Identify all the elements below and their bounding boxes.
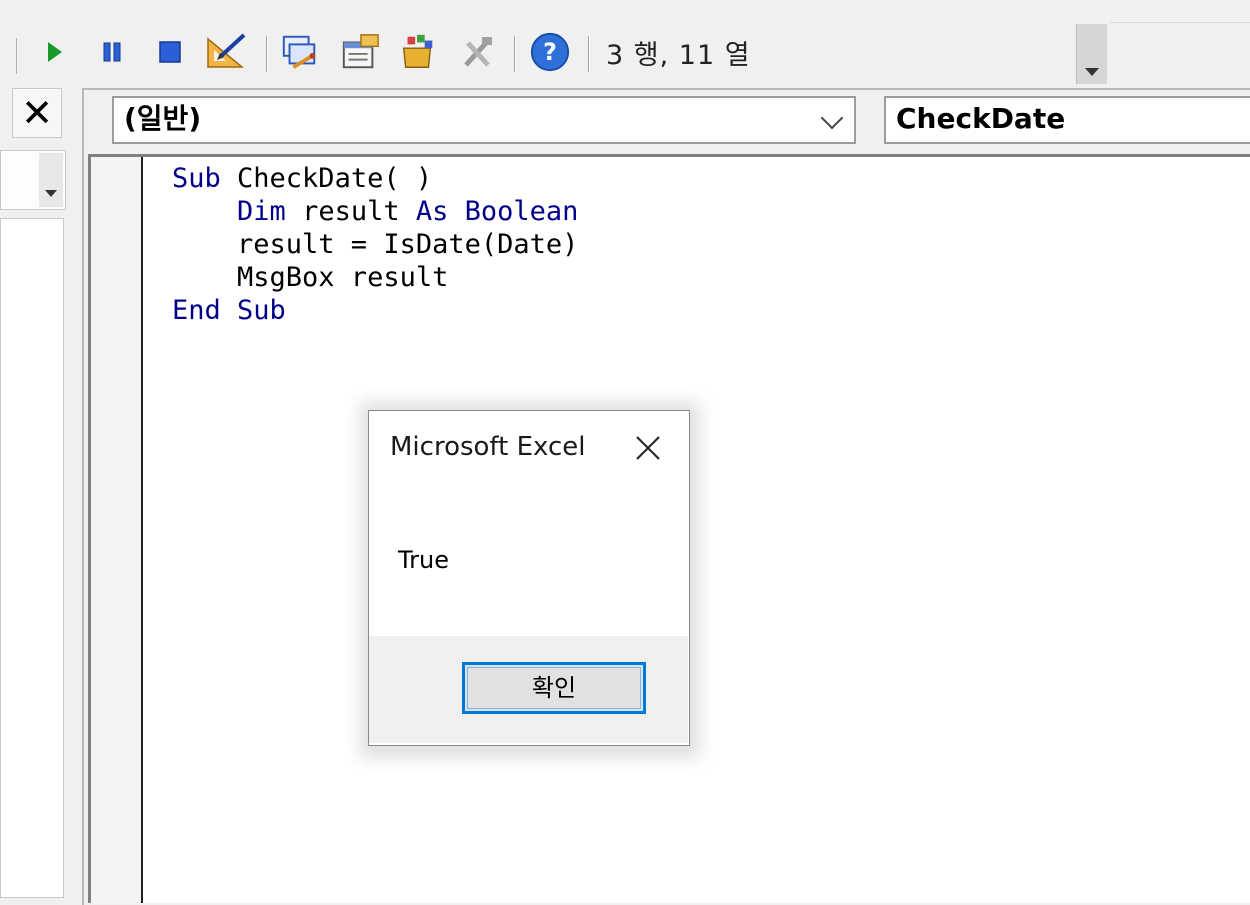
chevron-down-icon[interactable] — [39, 153, 63, 207]
cursor-position-status: 3 행, 11 열 — [606, 40, 751, 71]
code-keyword: As Boolean — [415, 196, 579, 227]
object-combo-value: (일반) — [124, 102, 202, 135]
code-line[interactable]: result = IsDate(Date) — [172, 228, 578, 261]
project-tree[interactable] — [0, 218, 64, 898]
code-token: result = IsDate(Date) — [172, 229, 579, 260]
project-dropdown[interactable] — [0, 150, 66, 210]
project-explorer-icon[interactable] — [280, 32, 320, 72]
code-token: MsgBox result — [172, 262, 449, 293]
code-token: CheckDate( ) — [237, 163, 433, 194]
code-keyword: Dim — [237, 196, 303, 227]
toolbar-separator — [266, 36, 268, 72]
chevron-down-icon[interactable] — [820, 106, 844, 130]
close-icon[interactable] — [628, 428, 668, 468]
run-icon[interactable] — [34, 32, 74, 72]
code-keyword: End Sub — [172, 295, 286, 326]
design-mode-icon[interactable] — [206, 32, 246, 72]
editor-margin-bar[interactable] — [91, 157, 143, 903]
code-keyword: Sub — [172, 163, 238, 194]
toolbar-separator — [588, 36, 590, 72]
object-combo[interactable]: (일반) — [112, 96, 856, 144]
svg-text:?: ? — [543, 38, 557, 66]
code-line[interactable]: End Sub — [172, 294, 578, 327]
msgbox-title: Microsoft Excel — [390, 432, 586, 462]
procedure-combo-value: CheckDate — [896, 102, 1066, 135]
pause-icon[interactable] — [92, 32, 132, 72]
code-line[interactable]: Dim result As Boolean — [172, 195, 578, 228]
toolbar-overflow-button[interactable] — [1076, 24, 1107, 84]
code-text[interactable]: Sub CheckDate( ) Dim result As Boolean r… — [172, 162, 578, 327]
msgbox-message: True — [398, 546, 449, 574]
toolbar-grip[interactable] — [16, 38, 19, 74]
toolbox-icon[interactable] — [458, 32, 498, 72]
close-icon[interactable]: ✕ — [12, 88, 62, 138]
code-line[interactable]: MsgBox result — [172, 261, 578, 294]
code-token: result — [302, 196, 416, 227]
window-top-strip — [0, 0, 1250, 23]
ok-button[interactable]: 확인 — [462, 662, 646, 714]
help-icon[interactable]: ? — [530, 32, 570, 72]
procedure-combo[interactable]: CheckDate — [884, 96, 1250, 144]
chevron-down-icon — [1085, 68, 1099, 76]
toolbar-separator — [514, 36, 516, 72]
properties-icon[interactable] — [340, 32, 380, 72]
stop-icon[interactable] — [150, 32, 190, 72]
code-line[interactable]: Sub CheckDate( ) — [172, 162, 578, 195]
object-browser-icon[interactable] — [398, 32, 438, 72]
